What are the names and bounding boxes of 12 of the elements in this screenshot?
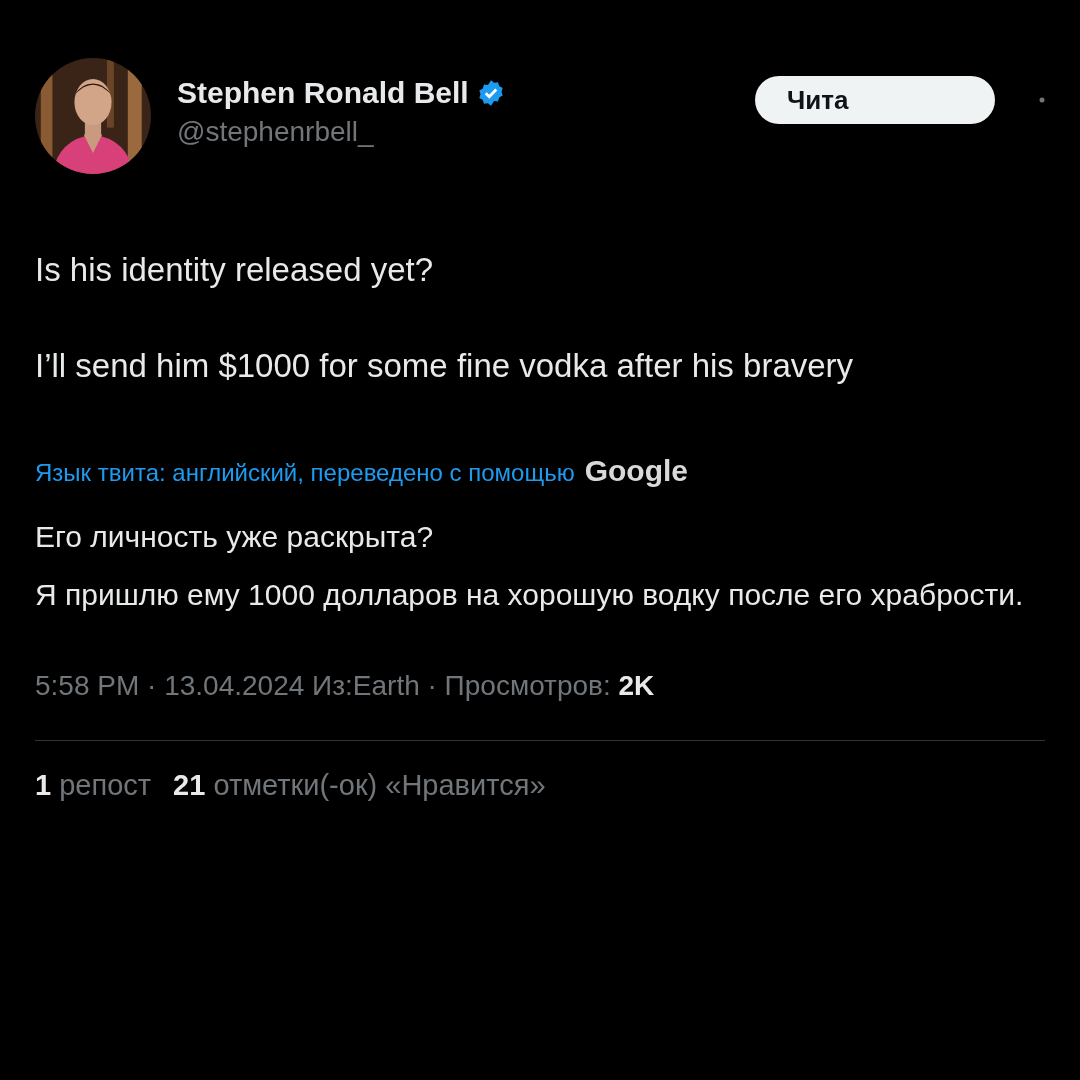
translated-text: Его личность уже раскрыта?	[35, 519, 435, 555]
translation-provider: Google	[584, 454, 688, 488]
tweet-meta: 5:58 PM · 13.04.2024 Из:Earth · Просмотров: 2K	[35, 670, 656, 702]
translation-note-link[interactable]: Язык твита: английский, переведено с помощью	[35, 459, 575, 487]
engagement-stat[interactable]: 1 репост	[35, 769, 152, 802]
author-name[interactable]: Stephen Ronald Bell	[177, 76, 469, 110]
engagement-stat[interactable]: 21 отметки(-ок) «Нравится»	[173, 769, 546, 802]
follow-button[interactable]: Чита	[755, 76, 995, 124]
tweet-text: I’ll send him $1000 for some fine vodka after his bravery	[35, 346, 855, 386]
translated-text: Я пришлю ему 1000 долларов на хорошую водку после его храбрости.	[35, 577, 1025, 613]
author-handle[interactable]: @stephenrbell_	[177, 116, 729, 148]
tweet-text: Is his identity released yet?	[35, 250, 435, 290]
